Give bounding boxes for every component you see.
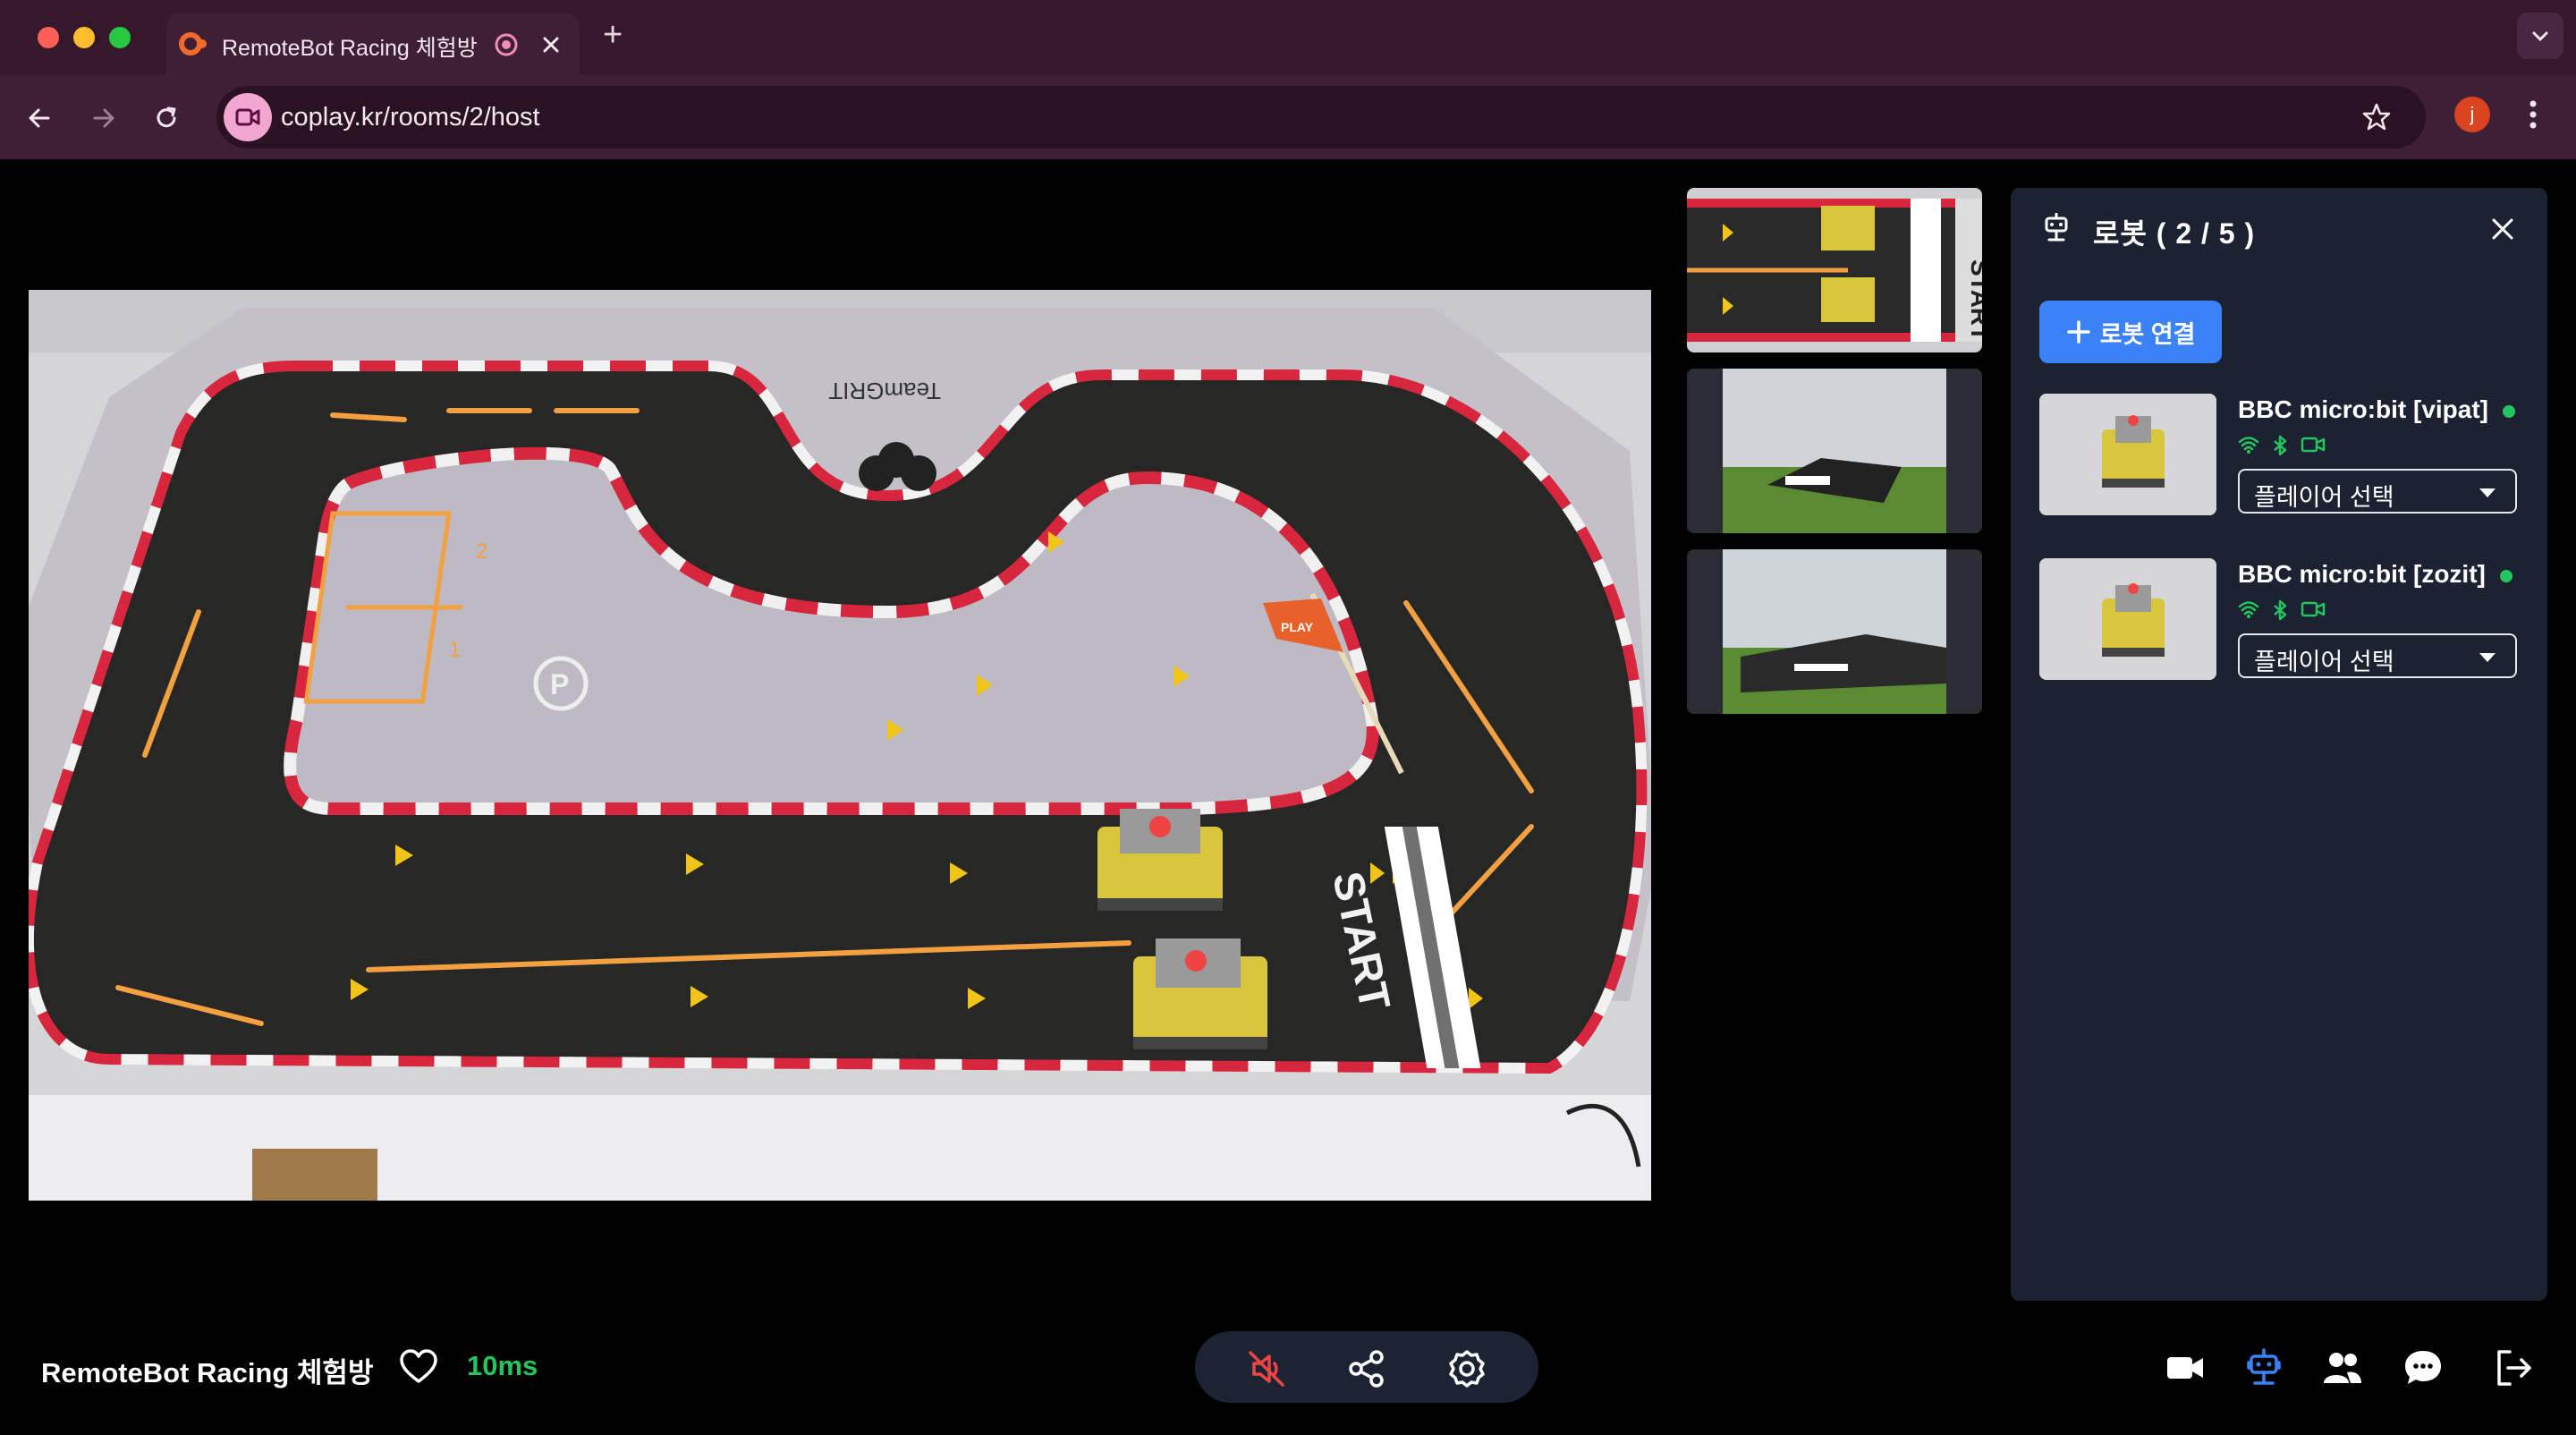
bluetooth-icon	[2274, 599, 2287, 621]
dropdown-arrow-icon	[2479, 653, 2496, 662]
robot-active-icon[interactable]	[2243, 1347, 2284, 1388]
thumbnail-image: START	[1687, 188, 1982, 352]
zone-1-label: 1	[449, 638, 461, 662]
chevron-down-icon	[2532, 31, 2548, 42]
minimize-window-button[interactable]	[73, 27, 95, 48]
robot-name: BBC micro:bit [vipat]	[2238, 395, 2515, 424]
back-icon[interactable]	[25, 104, 54, 132]
camera-icon	[2301, 601, 2326, 617]
site-favicon-icon	[179, 32, 207, 55]
new-tab-button[interactable]: +	[603, 16, 623, 55]
race-track-scene: 2 1 P TeamGRIT START PLAY	[29, 290, 1651, 1201]
robot-panel: 로봇 ( 2 / 5 ) 로봇 연결 BBC micro:bit [vipat]	[2011, 188, 2547, 1301]
site-info-icon	[235, 108, 260, 126]
zone-2-label: 2	[476, 539, 487, 564]
robot-connection-status	[2238, 599, 2326, 621]
robot-thumbnail	[2039, 394, 2216, 515]
profile-avatar[interactable]: j	[2454, 97, 2490, 132]
connect-robot-label: 로봇 연결	[2099, 320, 2196, 348]
browser-toolbar: coplay.kr/rooms/2/host j	[0, 75, 2576, 161]
robot-card: BBC micro:bit [zozit] 플레이어 선택	[2039, 558, 2522, 684]
player-select[interactable]: 플레이어 선택	[2238, 469, 2517, 514]
robot-icon	[2045, 213, 2068, 242]
wifi-icon	[2238, 437, 2259, 454]
close-window-button[interactable]	[38, 27, 59, 48]
url-text: coplay.kr/rooms/2/host	[281, 103, 540, 132]
camera-thumbnail-3[interactable]	[1687, 549, 1982, 714]
share-icon[interactable]	[1347, 1349, 1386, 1388]
browser-tab-bar: RemoteBot Racing 체험방 +	[0, 0, 2576, 75]
tab-search-button[interactable]	[2517, 13, 2563, 59]
robot-name: BBC micro:bit [zozit]	[2238, 560, 2512, 589]
users-icon[interactable]	[2322, 1347, 2363, 1388]
robot-panel-title: 로봇 ( 2 / 5 )	[2093, 217, 2256, 250]
connect-robot-button[interactable]: 로봇 연결	[2039, 301, 2222, 363]
tab-title: RemoteBot Racing 체험방	[222, 36, 478, 61]
online-status-dot	[2499, 569, 2512, 582]
speaker-muted-icon[interactable]	[1247, 1349, 1286, 1388]
flag-label: PLAY	[1281, 620, 1314, 634]
room-title: RemoteBot Racing 체험방	[41, 1357, 374, 1388]
browser-tab[interactable]: RemoteBot Racing 체험방	[166, 13, 580, 75]
online-status-dot	[2502, 404, 2515, 418]
exit-icon[interactable]	[2492, 1347, 2533, 1388]
kebab-menu-icon[interactable]	[2526, 97, 2540, 132]
camera-icon	[2301, 437, 2326, 453]
forward-icon[interactable]	[89, 104, 118, 132]
robot-thumbnail	[2039, 558, 2216, 680]
site-info-button[interactable]	[224, 93, 272, 141]
video-camera-icon[interactable]	[2165, 1347, 2206, 1388]
thumbnail-image	[1687, 549, 1982, 714]
settings-icon[interactable]	[1447, 1349, 1487, 1388]
robot-connection-status	[2238, 435, 2326, 456]
close-icon[interactable]	[2488, 215, 2517, 243]
tab-close-icon[interactable]	[540, 34, 562, 55]
main-video-feed[interactable]: 2 1 P TeamGRIT START PLAY	[29, 290, 1651, 1201]
thumbnail-image	[1687, 369, 1982, 533]
media-controls	[1195, 1331, 1538, 1403]
camera-thumbnail-1[interactable]: START	[1687, 188, 1982, 352]
maximize-window-button[interactable]	[109, 27, 131, 48]
reload-icon[interactable]	[152, 104, 181, 132]
bluetooth-icon	[2274, 435, 2287, 456]
address-bar[interactable]: coplay.kr/rooms/2/host	[216, 86, 2426, 149]
parking-label: P	[550, 668, 569, 701]
robot-card: BBC micro:bit [vipat] 플레이어 선택	[2039, 394, 2522, 519]
player-select[interactable]: 플레이어 선택	[2238, 633, 2517, 678]
team-grit-label: TeamGRIT	[828, 378, 941, 404]
wifi-icon	[2238, 601, 2259, 618]
heart-icon[interactable]	[399, 1349, 438, 1385]
chat-icon[interactable]	[2402, 1347, 2444, 1388]
star-icon[interactable]	[2361, 102, 2392, 132]
record-icon	[495, 33, 518, 56]
latency-indicator: 10ms	[467, 1350, 538, 1381]
camera-thumbnail-2[interactable]	[1687, 369, 1982, 533]
plus-icon	[2066, 320, 2090, 344]
thumb-start-label: START	[1966, 259, 1982, 341]
dropdown-arrow-icon	[2479, 488, 2496, 497]
